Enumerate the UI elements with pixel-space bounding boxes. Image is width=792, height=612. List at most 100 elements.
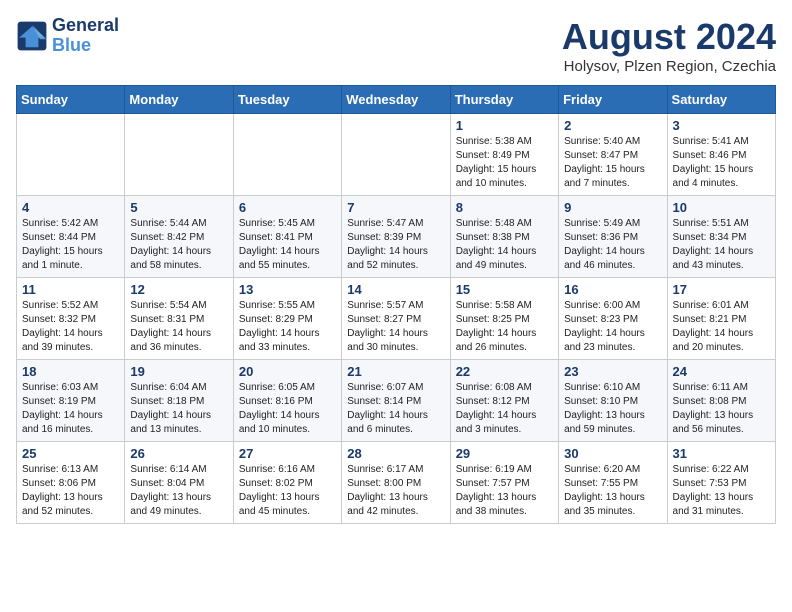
calendar-cell-w3-d7: 17Sunrise: 6:01 AMSunset: 8:21 PMDayligh… bbox=[667, 278, 775, 360]
calendar-cell-w5-d5: 29 Sunrise: 6:19 AMSunset: 7:57 PMDayligh… bbox=[450, 442, 558, 524]
day-info: Sunrise: 6:03 AMSunset: 8:19 PMDaylight:… bbox=[22, 381, 119, 437]
calendar-cell-w4-d2: 19Sunrise: 6:04 AMSunset: 8:18 PMDayligh… bbox=[125, 360, 233, 442]
col-sunday: Sunday bbox=[17, 86, 125, 114]
day-number: 1 bbox=[456, 118, 553, 133]
day-number: 29 bbox=[456, 446, 553, 461]
day-info: Sunrise: 5:38 AMSunset: 8:49 PMDaylight:… bbox=[456, 135, 553, 191]
day-number: 23 bbox=[564, 364, 661, 379]
calendar-cell-w4-d5: 22Sunrise: 6:08 AMSunset: 8:12 PMDayligh… bbox=[450, 360, 558, 442]
calendar-week-1: 1 Sunrise: 5:38 AMSunset: 8:49 PMDaylight… bbox=[17, 114, 776, 196]
day-info: Sunrise: 6:16 AMSunset: 8:02 PMDaylight:… bbox=[239, 463, 336, 519]
calendar-week-4: 18Sunrise: 6:03 AMSunset: 8:19 PMDayligh… bbox=[17, 360, 776, 442]
calendar-cell-w4-d6: 23 Sunrise: 6:10 AMSunset: 8:10 PMDayligh… bbox=[559, 360, 667, 442]
day-info: Sunrise: 6:22 AMSunset: 7:53 PMDaylight:… bbox=[673, 463, 770, 519]
day-number: 14 bbox=[347, 282, 444, 297]
day-info: Sunrise: 6:20 AMSunset: 7:55 PMDaylight:… bbox=[564, 463, 661, 519]
day-info: Sunrise: 6:10 AMSunset: 8:10 PMDaylight:… bbox=[564, 381, 661, 437]
day-number: 21 bbox=[347, 364, 444, 379]
day-info: Sunrise: 5:41 AMSunset: 8:46 PMDaylight:… bbox=[673, 135, 770, 191]
calendar-cell-w4-d1: 18Sunrise: 6:03 AMSunset: 8:19 PMDayligh… bbox=[17, 360, 125, 442]
day-info: Sunrise: 5:54 AMSunset: 8:31 PMDaylight:… bbox=[130, 299, 227, 355]
logo-line2: Blue bbox=[52, 36, 119, 56]
calendar-cell-w1-d3 bbox=[233, 114, 341, 196]
location: Holysov, Plzen Region, Czechia bbox=[562, 58, 776, 75]
calendar-cell-w3-d6: 16Sunrise: 6:00 AMSunset: 8:23 PMDayligh… bbox=[559, 278, 667, 360]
day-info: Sunrise: 5:40 AMSunset: 8:47 PMDaylight:… bbox=[564, 135, 661, 191]
day-info: Sunrise: 5:58 AMSunset: 8:25 PMDaylight:… bbox=[456, 299, 553, 355]
day-number: 25 bbox=[22, 446, 119, 461]
calendar-header-row: Sunday Monday Tuesday Wednesday Thursday… bbox=[17, 86, 776, 114]
day-info: Sunrise: 5:48 AMSunset: 8:38 PMDaylight:… bbox=[456, 217, 553, 273]
calendar-cell-w2-d2: 5 Sunrise: 5:44 AMSunset: 8:42 PMDaylight… bbox=[125, 196, 233, 278]
calendar-cell-w1-d4 bbox=[342, 114, 450, 196]
month-year: August 2024 bbox=[562, 16, 776, 58]
col-monday: Monday bbox=[125, 86, 233, 114]
calendar-cell-w3-d5: 15 Sunrise: 5:58 AMSunset: 8:25 PMDayligh… bbox=[450, 278, 558, 360]
day-number: 6 bbox=[239, 200, 336, 215]
day-number: 4 bbox=[22, 200, 119, 215]
calendar-cell-w3-d1: 11 Sunrise: 5:52 AMSunset: 8:32 PMDayligh… bbox=[17, 278, 125, 360]
calendar-cell-w4-d7: 24 Sunrise: 6:11 AMSunset: 8:08 PMDayligh… bbox=[667, 360, 775, 442]
day-number: 22 bbox=[456, 364, 553, 379]
day-info: Sunrise: 5:44 AMSunset: 8:42 PMDaylight:… bbox=[130, 217, 227, 273]
calendar-cell-w2-d7: 10 Sunrise: 5:51 AMSunset: 8:34 PMDayligh… bbox=[667, 196, 775, 278]
day-info: Sunrise: 6:05 AMSunset: 8:16 PMDaylight:… bbox=[239, 381, 336, 437]
calendar-cell-w1-d5: 1 Sunrise: 5:38 AMSunset: 8:49 PMDaylight… bbox=[450, 114, 558, 196]
day-info: Sunrise: 6:11 AMSunset: 8:08 PMDaylight:… bbox=[673, 381, 770, 437]
day-number: 31 bbox=[673, 446, 770, 461]
col-tuesday: Tuesday bbox=[233, 86, 341, 114]
calendar-cell-w2-d1: 4 Sunrise: 5:42 AMSunset: 8:44 PMDaylight… bbox=[17, 196, 125, 278]
calendar-week-2: 4 Sunrise: 5:42 AMSunset: 8:44 PMDaylight… bbox=[17, 196, 776, 278]
day-info: Sunrise: 5:55 AMSunset: 8:29 PMDaylight:… bbox=[239, 299, 336, 355]
calendar-cell-w5-d3: 27 Sunrise: 6:16 AMSunset: 8:02 PMDayligh… bbox=[233, 442, 341, 524]
day-number: 27 bbox=[239, 446, 336, 461]
day-number: 8 bbox=[456, 200, 553, 215]
calendar-week-3: 11 Sunrise: 5:52 AMSunset: 8:32 PMDayligh… bbox=[17, 278, 776, 360]
day-number: 24 bbox=[673, 364, 770, 379]
day-number: 5 bbox=[130, 200, 227, 215]
calendar-week-5: 25Sunrise: 6:13 AMSunset: 8:06 PMDayligh… bbox=[17, 442, 776, 524]
calendar-cell-w3-d2: 12 Sunrise: 5:54 AMSunset: 8:31 PMDayligh… bbox=[125, 278, 233, 360]
day-number: 20 bbox=[239, 364, 336, 379]
day-number: 10 bbox=[673, 200, 770, 215]
day-info: Sunrise: 6:00 AMSunset: 8:23 PMDaylight:… bbox=[564, 299, 661, 355]
day-info: Sunrise: 5:42 AMSunset: 8:44 PMDaylight:… bbox=[22, 217, 119, 273]
day-info: Sunrise: 6:07 AMSunset: 8:14 PMDaylight:… bbox=[347, 381, 444, 437]
day-number: 11 bbox=[22, 282, 119, 297]
day-info: Sunrise: 5:51 AMSunset: 8:34 PMDaylight:… bbox=[673, 217, 770, 273]
day-number: 30 bbox=[564, 446, 661, 461]
calendar-cell-w5-d2: 26Sunrise: 6:14 AMSunset: 8:04 PMDayligh… bbox=[125, 442, 233, 524]
calendar-cell-w1-d7: 3 Sunrise: 5:41 AMSunset: 8:46 PMDaylight… bbox=[667, 114, 775, 196]
day-info: Sunrise: 5:52 AMSunset: 8:32 PMDaylight:… bbox=[22, 299, 119, 355]
day-info: Sunrise: 6:19 AMSunset: 7:57 PMDaylight:… bbox=[456, 463, 553, 519]
logo: General Blue bbox=[16, 16, 119, 56]
day-info: Sunrise: 5:57 AMSunset: 8:27 PMDaylight:… bbox=[347, 299, 444, 355]
calendar-cell-w5-d4: 28 Sunrise: 6:17 AMSunset: 8:00 PMDayligh… bbox=[342, 442, 450, 524]
header: General Blue August 2024 Holysov, Plzen … bbox=[16, 16, 776, 75]
calendar-cell-w3-d4: 14 Sunrise: 5:57 AMSunset: 8:27 PMDayligh… bbox=[342, 278, 450, 360]
calendar-cell-w3-d3: 13 Sunrise: 5:55 AMSunset: 8:29 PMDayligh… bbox=[233, 278, 341, 360]
calendar-cell-w1-d2 bbox=[125, 114, 233, 196]
calendar-cell-w4-d4: 21 Sunrise: 6:07 AMSunset: 8:14 PMDayligh… bbox=[342, 360, 450, 442]
calendar-cell-w2-d3: 6 Sunrise: 5:45 AMSunset: 8:41 PMDaylight… bbox=[233, 196, 341, 278]
calendar-cell-w5-d6: 30 Sunrise: 6:20 AMSunset: 7:55 PMDayligh… bbox=[559, 442, 667, 524]
day-number: 9 bbox=[564, 200, 661, 215]
day-info: Sunrise: 6:04 AMSunset: 8:18 PMDaylight:… bbox=[130, 381, 227, 437]
calendar-cell-w1-d1 bbox=[17, 114, 125, 196]
day-info: Sunrise: 5:47 AMSunset: 8:39 PMDaylight:… bbox=[347, 217, 444, 273]
day-info: Sunrise: 5:45 AMSunset: 8:41 PMDaylight:… bbox=[239, 217, 336, 273]
day-number: 15 bbox=[456, 282, 553, 297]
day-number: 12 bbox=[130, 282, 227, 297]
day-info: Sunrise: 6:17 AMSunset: 8:00 PMDaylight:… bbox=[347, 463, 444, 519]
day-number: 28 bbox=[347, 446, 444, 461]
col-saturday: Saturday bbox=[667, 86, 775, 114]
calendar-cell-w1-d6: 2Sunrise: 5:40 AMSunset: 8:47 PMDaylight… bbox=[559, 114, 667, 196]
day-info: Sunrise: 6:01 AMSunset: 8:21 PMDaylight:… bbox=[673, 299, 770, 355]
calendar: Sunday Monday Tuesday Wednesday Thursday… bbox=[16, 85, 776, 524]
day-number: 7 bbox=[347, 200, 444, 215]
calendar-cell-w2-d4: 7 Sunrise: 5:47 AMSunset: 8:39 PMDaylight… bbox=[342, 196, 450, 278]
page: General Blue August 2024 Holysov, Plzen … bbox=[0, 0, 792, 540]
day-number: 3 bbox=[673, 118, 770, 133]
day-info: Sunrise: 6:14 AMSunset: 8:04 PMDaylight:… bbox=[130, 463, 227, 519]
day-number: 13 bbox=[239, 282, 336, 297]
